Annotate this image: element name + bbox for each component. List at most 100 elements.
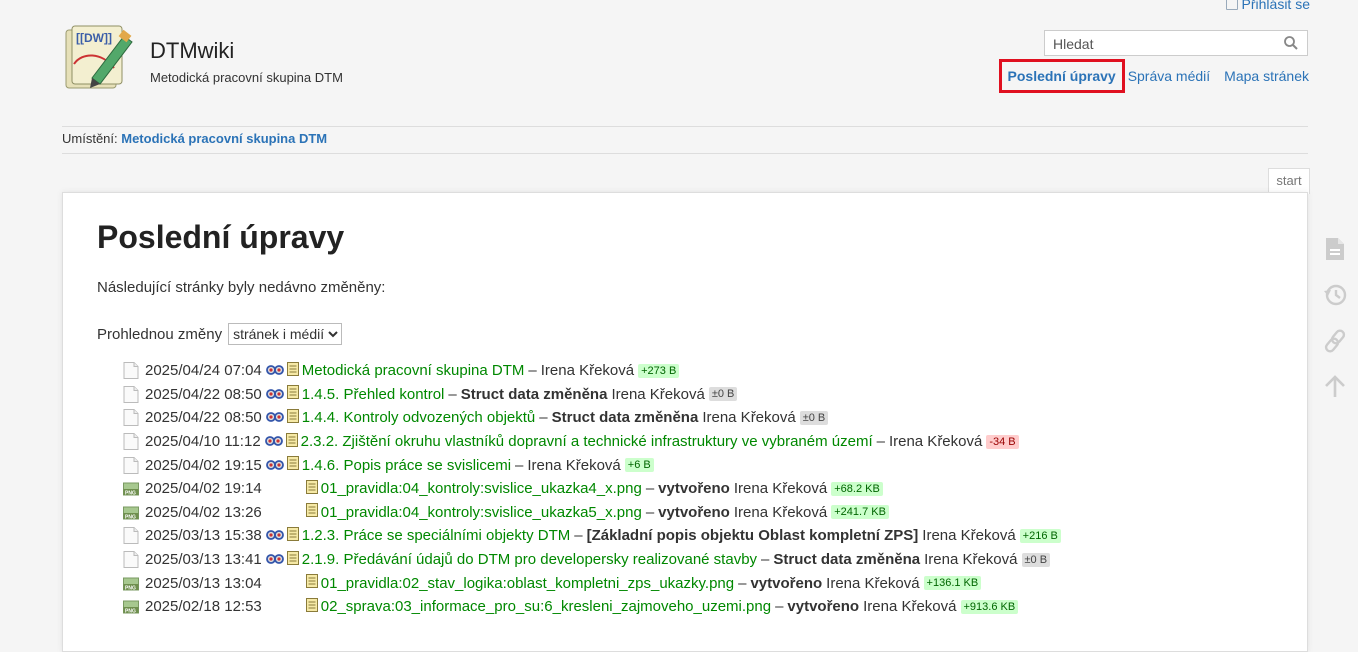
diff-icon[interactable]	[265, 386, 284, 403]
view-filter: Prohlednou změny stránek i médií	[97, 323, 343, 345]
png-file-icon: PNG	[123, 598, 139, 615]
diff-icon[interactable]	[265, 551, 284, 568]
revisions-icon[interactable]	[286, 526, 299, 545]
change-date: 2025/04/22 08:50	[145, 385, 262, 403]
change-summary: vytvořeno	[787, 598, 860, 616]
search-icon[interactable]	[1283, 35, 1299, 56]
site-title[interactable]: DTMwiki	[150, 38, 234, 64]
change-row: 2025/04/22 08:50 1.4.4. Kontroly odvozený…	[123, 406, 1061, 430]
change-user: Irena Křeková	[611, 385, 705, 403]
change-user: Irena Křeková	[540, 362, 635, 380]
change-user: Irena Křeková	[702, 409, 796, 427]
change-summary: vytvořeno	[658, 503, 730, 521]
revisions-icon[interactable]	[286, 408, 299, 427]
change-row: PNG 2025/02/18 12:53 02_sprava:03_informac…	[123, 595, 1061, 619]
change-user: Irena Křeková	[826, 574, 920, 592]
search-input[interactable]	[1051, 32, 1275, 56]
revisions-icon[interactable]	[305, 479, 318, 498]
size-delta-badge: ±0 B	[1021, 552, 1051, 567]
change-row: 2025/04/24 07:04 Metodická pracovní skupi…	[123, 359, 1061, 383]
change-date: 2025/04/02 13:26	[145, 503, 262, 521]
change-title-link[interactable]: 1.2.3. Práce se speciálními objekty DTM	[302, 527, 570, 544]
page-file-icon	[123, 385, 139, 403]
change-title-link[interactable]: 01_pravidla:04_kontroly:svislice_ukazka5…	[321, 504, 642, 521]
change-user: Irena Křeková	[888, 433, 983, 451]
change-row: PNG 2025/03/13 13:04 01_pravidla:02_stav_l…	[123, 571, 1061, 595]
change-user: Irena Křeková	[733, 480, 828, 498]
diff-icon[interactable]	[265, 457, 284, 474]
change-title-link[interactable]: 1.4.6. Popis práce se svislicemi	[302, 457, 511, 474]
media-manager-link[interactable]: Správa médií	[1128, 68, 1210, 84]
separator: –	[539, 409, 548, 427]
revisions-icon[interactable]	[286, 550, 299, 569]
change-row: 2025/04/10 11:12 2.3.2. Zjištění okruhu v…	[123, 430, 1061, 454]
recent-changes-link[interactable]: Poslední úpravy	[998, 59, 1125, 93]
page-id-tab[interactable]: start	[1268, 168, 1310, 194]
revisions-icon[interactable]	[305, 597, 318, 616]
revisions-icon[interactable]	[305, 574, 318, 592]
change-title-link[interactable]: 1.4.4. Kontroly odvozených objektů	[302, 409, 535, 426]
change-user: Irena Křeková	[863, 598, 957, 616]
sitemap-link[interactable]: Mapa stránek	[1224, 68, 1309, 84]
history-icon[interactable]	[1320, 272, 1350, 318]
page-tools	[1320, 226, 1350, 410]
revisions-icon[interactable]	[305, 503, 318, 521]
search-box[interactable]	[1044, 30, 1308, 56]
svg-text:PNG: PNG	[125, 585, 136, 591]
filter-label: Prohlednou změny	[97, 325, 223, 343]
revisions-icon[interactable]	[286, 361, 299, 380]
page-file-icon	[123, 456, 139, 474]
change-date: 2025/04/22 08:50	[145, 409, 262, 427]
separator: –	[761, 551, 770, 569]
page-file-icon	[123, 433, 139, 451]
svg-text:PNG: PNG	[125, 609, 136, 615]
change-title-link[interactable]: 1.4.5. Přehled kontrol	[302, 386, 445, 403]
diff-icon[interactable]	[265, 362, 284, 379]
change-title-link[interactable]: 2.1.9. Předávání údajů do DTM pro develo…	[302, 551, 757, 568]
breadcrumb-label: Umístění:	[62, 131, 118, 146]
back-to-top-icon[interactable]	[1320, 364, 1350, 410]
change-title-link[interactable]: 01_pravidla:04_kontroly:svislice_ukazka4…	[321, 480, 642, 497]
separator: –	[448, 385, 457, 403]
revisions-icon[interactable]	[286, 456, 299, 474]
size-delta-badge: -34 B	[986, 434, 1019, 449]
diff-icon[interactable]	[265, 409, 284, 426]
change-summary: Struct data změněna	[460, 385, 608, 403]
separator: –	[515, 456, 524, 474]
change-row: 2025/04/02 19:15 1.4.6. Popis práce se sv…	[123, 453, 1061, 477]
change-date: 2025/03/13 13:41	[145, 551, 262, 569]
separator: –	[876, 433, 885, 451]
site-logo[interactable]: [[DW]]	[62, 24, 136, 94]
breadcrumb-link[interactable]: Metodická pracovní skupina DTM	[121, 131, 327, 146]
separator: –	[775, 598, 784, 616]
breadcrumb: Umístění: Metodická pracovní skupina DTM	[62, 126, 1308, 154]
page-file-icon	[123, 551, 139, 569]
change-date: 2025/02/18 12:53	[145, 598, 262, 616]
diff-icon[interactable]	[265, 527, 284, 544]
change-title-link[interactable]: 01_pravidla:02_stav_logika:oblast_komple…	[321, 575, 734, 592]
size-delta-badge: ±0 B	[799, 410, 829, 425]
change-row: PNG 2025/04/02 13:26 01_pravidla:04_kontro…	[123, 501, 1061, 525]
revisions-icon[interactable]	[285, 432, 298, 451]
change-row: 2025/03/13 15:38 1.2.3. Práce se speciáln…	[123, 524, 1061, 548]
filter-select[interactable]: stránek i médií	[228, 323, 343, 345]
login-link[interactable]: Přihlásit se	[1225, 0, 1310, 12]
size-delta-badge: ±0 B	[708, 387, 738, 402]
page-title: Poslední úpravy	[97, 219, 345, 255]
change-summary: [Základní popis objektu Oblast kompletní…	[586, 527, 919, 545]
change-date: 2025/04/02 19:15	[145, 456, 262, 474]
change-title-link[interactable]: 2.3.2. Zjištění okruhu vlastníků dopravn…	[301, 433, 873, 450]
change-title-link[interactable]: Metodická pracovní skupina DTM	[302, 362, 525, 379]
png-file-icon: PNG	[123, 504, 139, 521]
change-summary: Struct data změněna	[551, 409, 699, 427]
size-delta-badge: +216 B	[1019, 528, 1061, 543]
recent-changes-list: 2025/04/24 07:04 Metodická pracovní skupi…	[123, 359, 1061, 619]
change-summary: Struct data změněna	[773, 551, 921, 569]
change-title-link[interactable]: 02_sprava:03_informace_pro_su:6_kresleni…	[321, 598, 771, 615]
change-user: Irena Křeková	[527, 456, 621, 474]
revisions-icon[interactable]	[286, 385, 299, 403]
size-delta-badge: +913.6 KB	[960, 599, 1019, 614]
page-icon[interactable]	[1320, 226, 1350, 272]
link-icon[interactable]	[1320, 318, 1350, 364]
diff-icon[interactable]	[264, 433, 283, 450]
